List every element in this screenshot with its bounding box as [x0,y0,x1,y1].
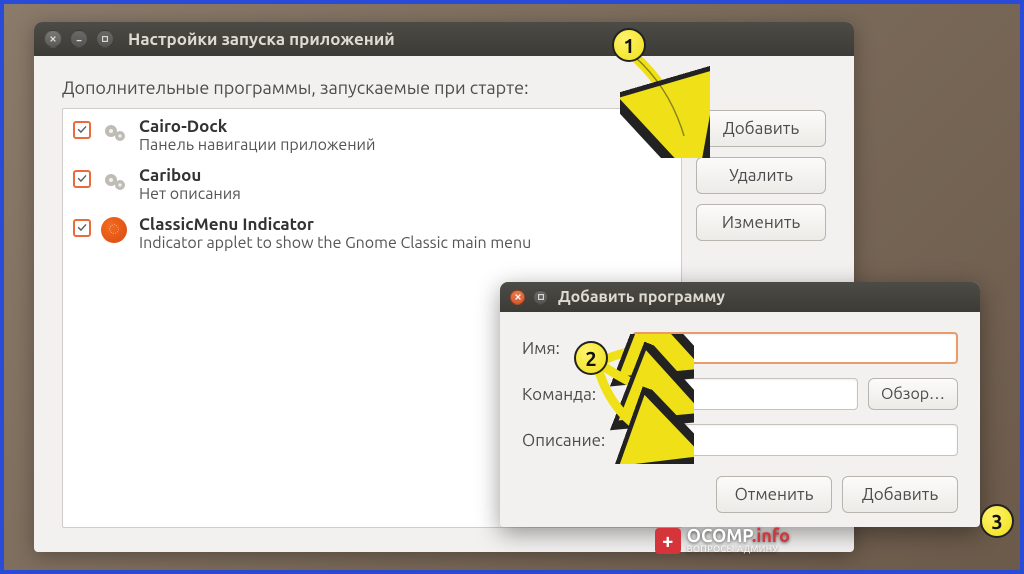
item-name: Cairo-Dock [139,117,671,136]
item-desc: Панель навигации приложений [139,136,671,154]
gears-icon [101,119,129,147]
cancel-button[interactable]: Отменить [716,476,832,513]
browse-button[interactable]: Обзор… [868,378,958,410]
callout-2: 2 [574,341,608,375]
watermark-suffix: .info [752,526,790,546]
dialog-titlebar[interactable]: Добавить программу [500,282,980,312]
titlebar[interactable]: Настройки запуска приложений [34,22,854,56]
dialog-add-button[interactable]: Добавить [842,476,958,513]
comment-input[interactable] [632,424,958,456]
dialog-title: Добавить программу [558,288,725,306]
maximize-icon[interactable] [533,290,548,305]
comment-label: Описание: [522,431,622,450]
add-program-dialog: Добавить программу Имя: Команда: Обзор… … [500,282,980,527]
item-desc: Indicator applet to show the Gnome Class… [139,234,671,252]
item-desc: Нет описания [139,185,671,203]
maximize-icon[interactable] [96,30,114,48]
close-icon[interactable] [510,290,525,305]
watermark-main: OCOMP [687,526,752,546]
callout-1: 1 [612,28,646,62]
window-controls [510,290,548,305]
watermark-sub: ВОПРОСЫ АДМИНУ [687,545,790,554]
ubuntu-icon: ◌ [101,217,129,245]
command-label: Команда: [522,385,622,404]
item-name: ClassicMenu Indicator [139,215,671,234]
gears-icon [101,168,129,196]
dialog-body: Имя: Команда: Обзор… Описание: Отменить … [500,312,980,527]
minimize-icon[interactable] [70,30,88,48]
window-title: Настройки запуска приложений [128,30,395,49]
checkbox[interactable] [73,219,91,237]
checkbox[interactable] [73,121,91,139]
plus-icon: + [655,528,681,554]
edit-button[interactable]: Изменить [696,204,826,241]
window-controls [44,30,114,48]
section-label: Дополнительные программы, запускаемые пр… [62,78,826,98]
list-item[interactable]: Caribou Нет описания [63,160,681,209]
watermark: + OCOMP.info ВОПРОСЫ АДМИНУ [655,527,790,554]
add-button[interactable]: Добавить [696,110,826,147]
list-item[interactable]: Cairo-Dock Панель навигации приложений [63,111,681,160]
close-icon[interactable] [44,30,62,48]
item-name: Caribou [139,166,671,185]
name-input[interactable] [632,332,958,364]
list-item[interactable]: ◌ ClassicMenu Indicator Indicator applet… [63,209,681,258]
callout-3: 3 [980,504,1014,538]
remove-button[interactable]: Удалить [696,157,826,194]
checkbox[interactable] [73,170,91,188]
command-input[interactable] [632,378,858,410]
